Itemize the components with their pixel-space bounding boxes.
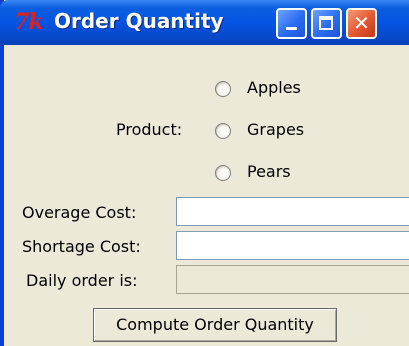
close-button[interactable]: ✕ [346,8,377,39]
tk-app-icon: 7k [14,9,44,35]
window-title: Order Quantity [54,9,224,33]
minimize-button[interactable] [276,8,307,39]
title-bar[interactable]: 7k Order Quantity ✕ [0,0,409,45]
close-icon: ✕ [353,11,370,35]
overage-cost-label: Overage Cost: [22,203,137,222]
overage-cost-input[interactable] [177,198,409,225]
shortage-cost-field[interactable] [176,231,409,260]
shortage-cost-label: Shortage Cost: [22,237,141,256]
maximize-button[interactable] [311,8,342,39]
daily-order-field [176,265,409,294]
radio-grapes[interactable] [215,123,231,139]
overage-cost-field[interactable] [176,197,409,226]
shortage-cost-input[interactable] [177,232,409,259]
maximize-icon [319,16,333,30]
radio-grapes-label[interactable]: Grapes [247,120,304,139]
daily-order-output [177,266,409,293]
minimize-icon [286,27,297,30]
radio-pears-label[interactable]: Pears [247,162,291,181]
daily-order-label: Daily order is: [26,271,138,290]
product-label: Product: [116,120,183,139]
order-quantity-window: 7k Order Quantity ✕ Product: Apples Grap… [0,0,409,346]
compute-order-quantity-button[interactable]: Compute Order Quantity [93,308,337,342]
radio-apples-label[interactable]: Apples [247,78,301,97]
radio-apples[interactable] [215,81,231,97]
radio-pears[interactable] [215,165,231,181]
